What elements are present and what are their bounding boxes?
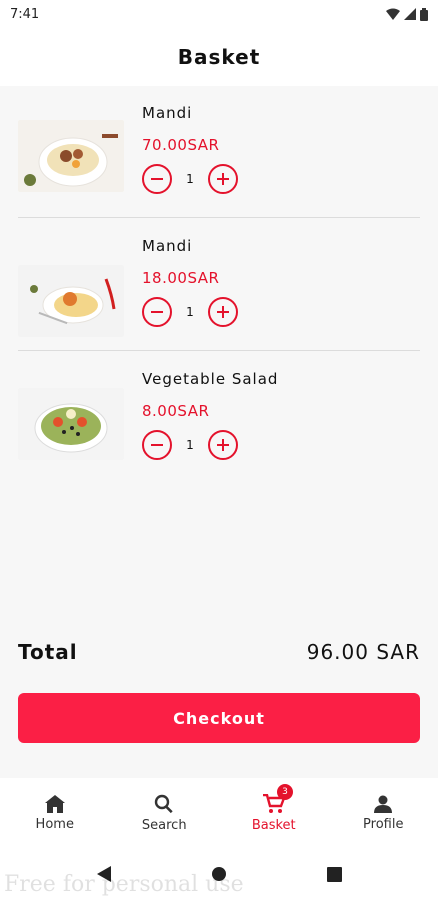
wifi-icon <box>386 8 400 20</box>
minus-icon <box>151 178 163 180</box>
food-image <box>18 388 124 460</box>
signal-icon <box>404 8 416 20</box>
item-name: Mandi <box>142 237 193 255</box>
nav-label-basket: Basket <box>251 817 296 833</box>
item-price: 70.00SAR <box>142 136 220 154</box>
quantity-stepper: 1 <box>142 164 238 194</box>
divider <box>18 350 420 351</box>
recents-icon[interactable] <box>326 866 342 882</box>
nav-item-basket[interactable]: 3 Basket <box>219 778 329 848</box>
plus-icon <box>217 439 229 451</box>
decrease-quantity-button[interactable] <box>142 297 172 327</box>
basket-item: Mandi 70.00SAR 1 <box>18 100 420 233</box>
increase-quantity-button[interactable] <box>208 164 238 194</box>
cart-count-badge: 3 <box>277 784 293 800</box>
item-price: 18.00SAR <box>142 269 220 287</box>
basket-item: Vegetable Salad 8.00SAR 1 <box>18 366 420 499</box>
bottom-nav: Home Search 3 Basket Profile <box>0 778 438 848</box>
person-icon <box>374 795 393 813</box>
status-icons <box>386 7 428 21</box>
total-row: Total 96.00 SAR <box>18 640 420 664</box>
food-image <box>18 265 124 337</box>
minus-icon <box>151 311 163 313</box>
quantity-value: 1 <box>186 172 194 186</box>
nav-label-search: Search <box>141 817 187 833</box>
total-label: Total <box>18 640 78 664</box>
watermark: Free for personal use <box>4 872 244 897</box>
increase-quantity-button[interactable] <box>208 430 238 460</box>
decrease-quantity-button[interactable] <box>142 430 172 460</box>
item-price: 8.00SAR <box>142 402 210 420</box>
plus-icon <box>217 173 229 185</box>
nav-label-home: Home <box>35 816 74 832</box>
page-title: Basket <box>177 45 261 69</box>
nav-item-search[interactable]: Search <box>110 778 220 848</box>
quantity-stepper: 1 <box>142 297 238 327</box>
status-time: 7:41 <box>10 6 40 22</box>
nav-item-home[interactable]: Home <box>0 778 110 848</box>
search-icon <box>155 794 173 813</box>
increase-quantity-button[interactable] <box>208 297 238 327</box>
app-header: Basket <box>0 28 438 86</box>
quantity-value: 1 <box>186 305 194 319</box>
item-name: Vegetable Salad <box>142 370 279 388</box>
decrease-quantity-button[interactable] <box>142 164 172 194</box>
plus-icon <box>217 306 229 318</box>
checkout-button[interactable]: Checkout <box>18 693 420 743</box>
quantity-value: 1 <box>186 438 194 452</box>
status-bar: 7:41 <box>0 0 438 28</box>
divider <box>18 217 420 218</box>
item-name: Mandi <box>142 104 193 122</box>
basket-item: Mandi 18.00SAR 1 <box>18 233 420 366</box>
nav-label-profile: Profile <box>363 816 404 832</box>
food-image <box>18 120 124 192</box>
battery-icon <box>420 7 428 21</box>
total-value: 96.00 SAR <box>306 640 420 664</box>
quantity-stepper: 1 <box>142 430 238 460</box>
home-icon <box>44 794 65 813</box>
minus-icon <box>151 444 163 446</box>
nav-item-profile[interactable]: Profile <box>329 778 438 848</box>
